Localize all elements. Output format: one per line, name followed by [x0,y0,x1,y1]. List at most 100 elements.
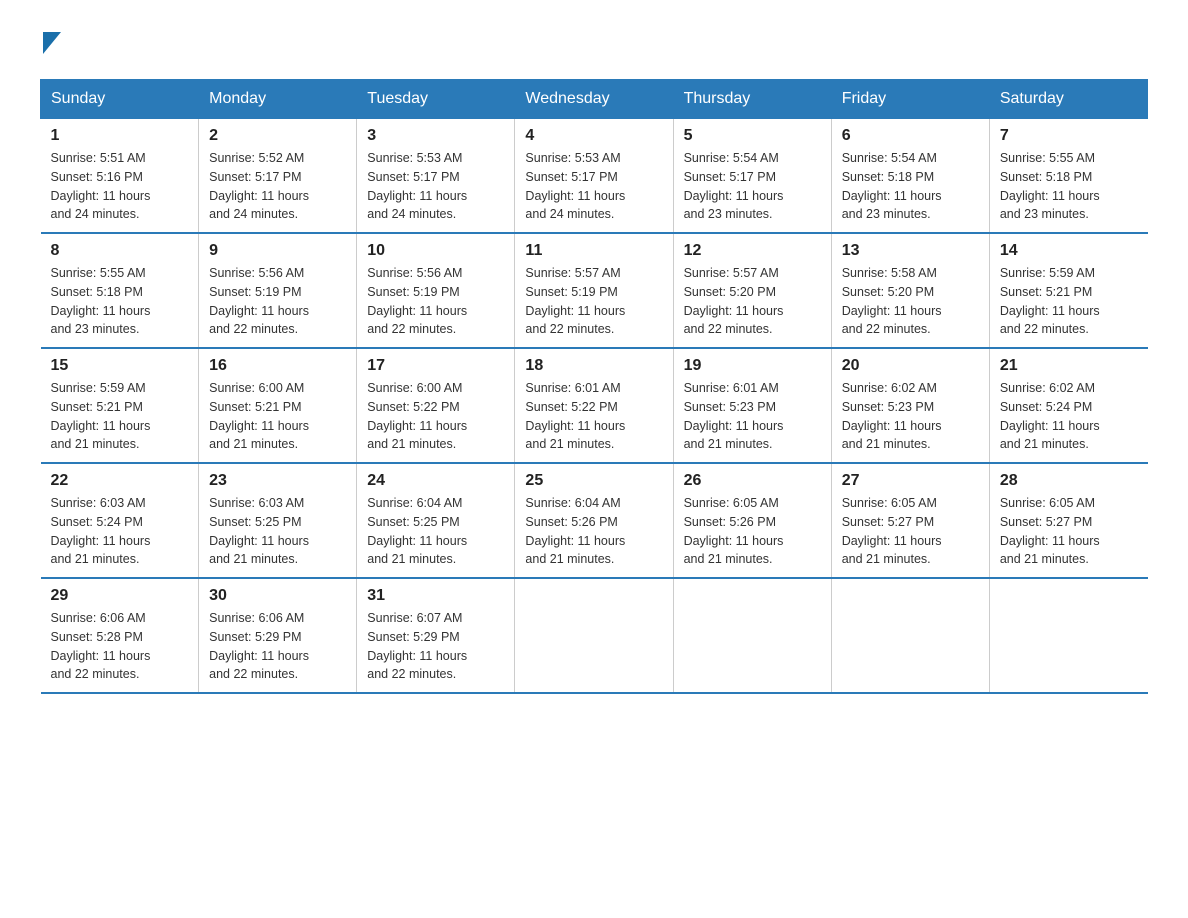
day-number: 5 [684,127,821,145]
day-number: 2 [209,127,346,145]
calendar-week-row: 15 Sunrise: 5:59 AMSunset: 5:21 PMDayligh… [41,348,1148,463]
day-info: Sunrise: 5:51 AMSunset: 5:16 PMDaylight:… [51,149,189,224]
day-info: Sunrise: 6:05 AMSunset: 5:27 PMDaylight:… [1000,494,1138,569]
day-info: Sunrise: 5:55 AMSunset: 5:18 PMDaylight:… [1000,149,1138,224]
calendar-cell: 23Sunrise: 6:03 AMSunset: 5:25 PMDayligh… [199,463,357,578]
calendar-cell: 18 Sunrise: 6:01 AMSunset: 5:22 PMDayligh… [515,348,673,463]
calendar-cell: 28Sunrise: 6:05 AMSunset: 5:27 PMDayligh… [989,463,1147,578]
calendar-cell: 21 Sunrise: 6:02 AMSunset: 5:24 PMDayligh… [989,348,1147,463]
day-number: 19 [684,357,821,375]
calendar-cell: 24 Sunrise: 6:04 AMSunset: 5:25 PMDayligh… [357,463,515,578]
day-info: Sunrise: 6:07 AMSunset: 5:29 PMDaylight:… [367,609,504,684]
day-number: 15 [51,357,189,375]
day-number: 18 [525,357,662,375]
calendar-cell: 30Sunrise: 6:06 AMSunset: 5:29 PMDayligh… [199,578,357,693]
calendar-cell [673,578,831,693]
calendar-week-row: 22 Sunrise: 6:03 AMSunset: 5:24 PMDayligh… [41,463,1148,578]
day-number: 27 [842,472,979,490]
day-info: Sunrise: 5:55 AMSunset: 5:18 PMDaylight:… [51,264,189,339]
day-number: 11 [525,242,662,260]
day-info: Sunrise: 5:56 AMSunset: 5:19 PMDaylight:… [209,264,346,339]
day-info: Sunrise: 6:02 AMSunset: 5:24 PMDaylight:… [1000,379,1138,454]
day-info: Sunrise: 6:00 AMSunset: 5:21 PMDaylight:… [209,379,346,454]
calendar-cell: 9 Sunrise: 5:56 AMSunset: 5:19 PMDaylight… [199,233,357,348]
day-info: Sunrise: 6:02 AMSunset: 5:23 PMDaylight:… [842,379,979,454]
day-number: 6 [842,127,979,145]
day-info: Sunrise: 5:59 AMSunset: 5:21 PMDaylight:… [51,379,189,454]
day-number: 23 [209,472,346,490]
logo-triangle-icon [43,32,61,59]
header-day-sunday: Sunday [41,80,199,119]
calendar-week-row: 8 Sunrise: 5:55 AMSunset: 5:18 PMDaylight… [41,233,1148,348]
calendar-cell: 22 Sunrise: 6:03 AMSunset: 5:24 PMDayligh… [41,463,199,578]
day-number: 9 [209,242,346,260]
calendar-cell: 1 Sunrise: 5:51 AMSunset: 5:16 PMDaylight… [41,119,199,234]
day-number: 21 [1000,357,1138,375]
day-info: Sunrise: 5:53 AMSunset: 5:17 PMDaylight:… [525,149,662,224]
calendar-cell: 16 Sunrise: 6:00 AMSunset: 5:21 PMDayligh… [199,348,357,463]
calendar-cell: 29 Sunrise: 6:06 AMSunset: 5:28 PMDayligh… [41,578,199,693]
logo [40,30,61,59]
day-number: 30 [209,587,346,605]
day-info: Sunrise: 5:52 AMSunset: 5:17 PMDaylight:… [209,149,346,224]
calendar-cell: 19 Sunrise: 6:01 AMSunset: 5:23 PMDayligh… [673,348,831,463]
day-info: Sunrise: 5:54 AMSunset: 5:17 PMDaylight:… [684,149,821,224]
day-number: 31 [367,587,504,605]
day-info: Sunrise: 5:57 AMSunset: 5:19 PMDaylight:… [525,264,662,339]
calendar-cell: 17 Sunrise: 6:00 AMSunset: 5:22 PMDayligh… [357,348,515,463]
day-number: 13 [842,242,979,260]
calendar-cell: 4Sunrise: 5:53 AMSunset: 5:17 PMDaylight… [515,119,673,234]
calendar-cell: 7 Sunrise: 5:55 AMSunset: 5:18 PMDaylight… [989,119,1147,234]
day-number: 1 [51,127,189,145]
day-info: Sunrise: 6:05 AMSunset: 5:26 PMDaylight:… [684,494,821,569]
calendar-cell: 12Sunrise: 5:57 AMSunset: 5:20 PMDayligh… [673,233,831,348]
calendar-header-row: SundayMondayTuesdayWednesdayThursdayFrid… [41,80,1148,119]
day-number: 25 [525,472,662,490]
header-day-saturday: Saturday [989,80,1147,119]
day-number: 10 [367,242,504,260]
header-day-wednesday: Wednesday [515,80,673,119]
day-info: Sunrise: 6:05 AMSunset: 5:27 PMDaylight:… [842,494,979,569]
day-info: Sunrise: 5:56 AMSunset: 5:19 PMDaylight:… [367,264,504,339]
day-info: Sunrise: 6:01 AMSunset: 5:22 PMDaylight:… [525,379,662,454]
day-info: Sunrise: 5:53 AMSunset: 5:17 PMDaylight:… [367,149,504,224]
calendar-cell: 20 Sunrise: 6:02 AMSunset: 5:23 PMDayligh… [831,348,989,463]
day-info: Sunrise: 6:04 AMSunset: 5:25 PMDaylight:… [367,494,504,569]
day-number: 24 [367,472,504,490]
page-header [40,30,1148,59]
day-number: 8 [51,242,189,260]
day-info: Sunrise: 6:06 AMSunset: 5:28 PMDaylight:… [51,609,189,684]
calendar-cell: 2 Sunrise: 5:52 AMSunset: 5:17 PMDaylight… [199,119,357,234]
calendar-table: SundayMondayTuesdayWednesdayThursdayFrid… [40,79,1148,694]
day-info: Sunrise: 6:00 AMSunset: 5:22 PMDaylight:… [367,379,504,454]
calendar-cell: 3 Sunrise: 5:53 AMSunset: 5:17 PMDaylight… [357,119,515,234]
calendar-cell: 27 Sunrise: 6:05 AMSunset: 5:27 PMDayligh… [831,463,989,578]
calendar-cell: 25Sunrise: 6:04 AMSunset: 5:26 PMDayligh… [515,463,673,578]
day-number: 17 [367,357,504,375]
day-info: Sunrise: 6:03 AMSunset: 5:24 PMDaylight:… [51,494,189,569]
day-number: 26 [684,472,821,490]
calendar-cell: 5 Sunrise: 5:54 AMSunset: 5:17 PMDaylight… [673,119,831,234]
day-number: 20 [842,357,979,375]
day-number: 16 [209,357,346,375]
calendar-cell: 6 Sunrise: 5:54 AMSunset: 5:18 PMDaylight… [831,119,989,234]
day-number: 14 [1000,242,1138,260]
calendar-cell: 26 Sunrise: 6:05 AMSunset: 5:26 PMDayligh… [673,463,831,578]
calendar-cell: 10 Sunrise: 5:56 AMSunset: 5:19 PMDayligh… [357,233,515,348]
calendar-cell [831,578,989,693]
header-day-friday: Friday [831,80,989,119]
day-info: Sunrise: 5:58 AMSunset: 5:20 PMDaylight:… [842,264,979,339]
day-number: 29 [51,587,189,605]
calendar-week-row: 29 Sunrise: 6:06 AMSunset: 5:28 PMDayligh… [41,578,1148,693]
calendar-cell: 11 Sunrise: 5:57 AMSunset: 5:19 PMDayligh… [515,233,673,348]
day-info: Sunrise: 5:54 AMSunset: 5:18 PMDaylight:… [842,149,979,224]
calendar-cell: 15 Sunrise: 5:59 AMSunset: 5:21 PMDayligh… [41,348,199,463]
day-number: 22 [51,472,189,490]
day-info: Sunrise: 5:57 AMSunset: 5:20 PMDaylight:… [684,264,821,339]
calendar-cell: 13 Sunrise: 5:58 AMSunset: 5:20 PMDayligh… [831,233,989,348]
calendar-cell: 31 Sunrise: 6:07 AMSunset: 5:29 PMDayligh… [357,578,515,693]
day-info: Sunrise: 6:01 AMSunset: 5:23 PMDaylight:… [684,379,821,454]
day-number: 3 [367,127,504,145]
day-number: 7 [1000,127,1138,145]
calendar-cell [989,578,1147,693]
